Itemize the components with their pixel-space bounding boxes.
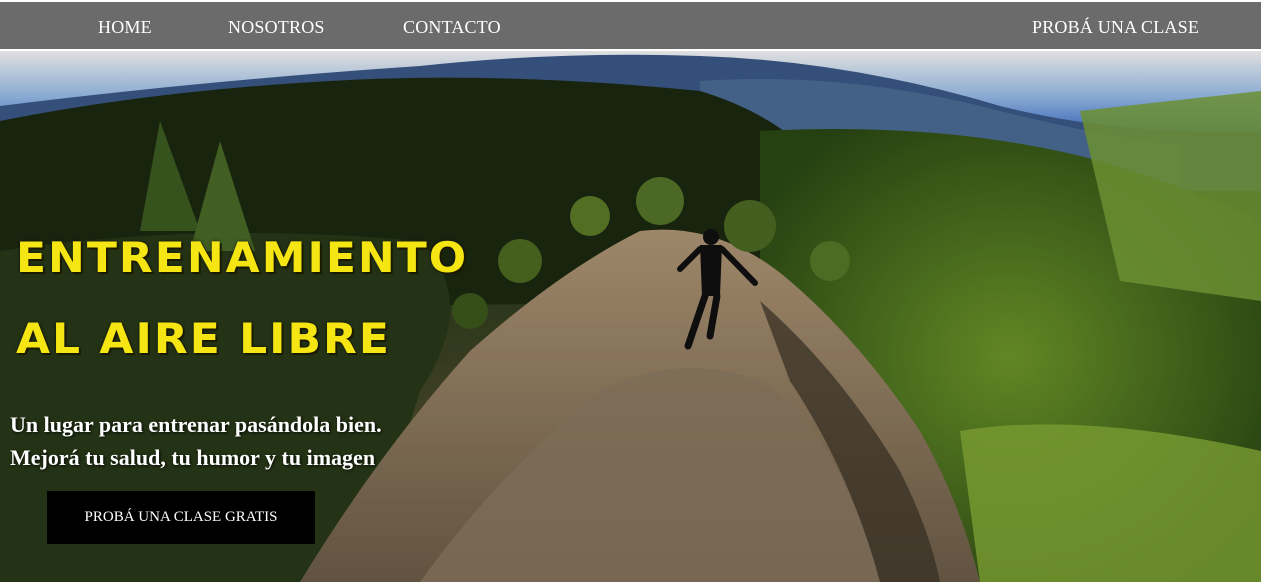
hero-headline-line-2: AL AIRE LIBRE [16, 315, 391, 364]
proba-clase-gratis-button[interactable]: PROBÁ UNA CLASE GRATIS [47, 491, 315, 544]
hero-headline-line-1: ENTRENAMIENTO [16, 234, 469, 283]
nav-proba-clase-link[interactable]: PROBÁ UNA CLASE [1032, 2, 1199, 49]
nav-home-link[interactable]: HOME [98, 2, 152, 49]
nav-nosotros-link[interactable]: NOSOTROS [228, 2, 325, 49]
top-navbar: HOME NOSOTROS CONTACTO PROBÁ UNA CLASE [0, 2, 1261, 49]
hero-section: ENTRENAMIENTO AL AIRE LIBRE Un lugar par… [0, 51, 1261, 582]
nav-contacto-link[interactable]: CONTACTO [403, 2, 501, 49]
hero-subtitle-line-2: Mejorá tu salud, tu humor y tu imagen [10, 445, 376, 470]
hero-subtitle-line-1: Un lugar para entrenar pasándola bien. [10, 412, 382, 437]
